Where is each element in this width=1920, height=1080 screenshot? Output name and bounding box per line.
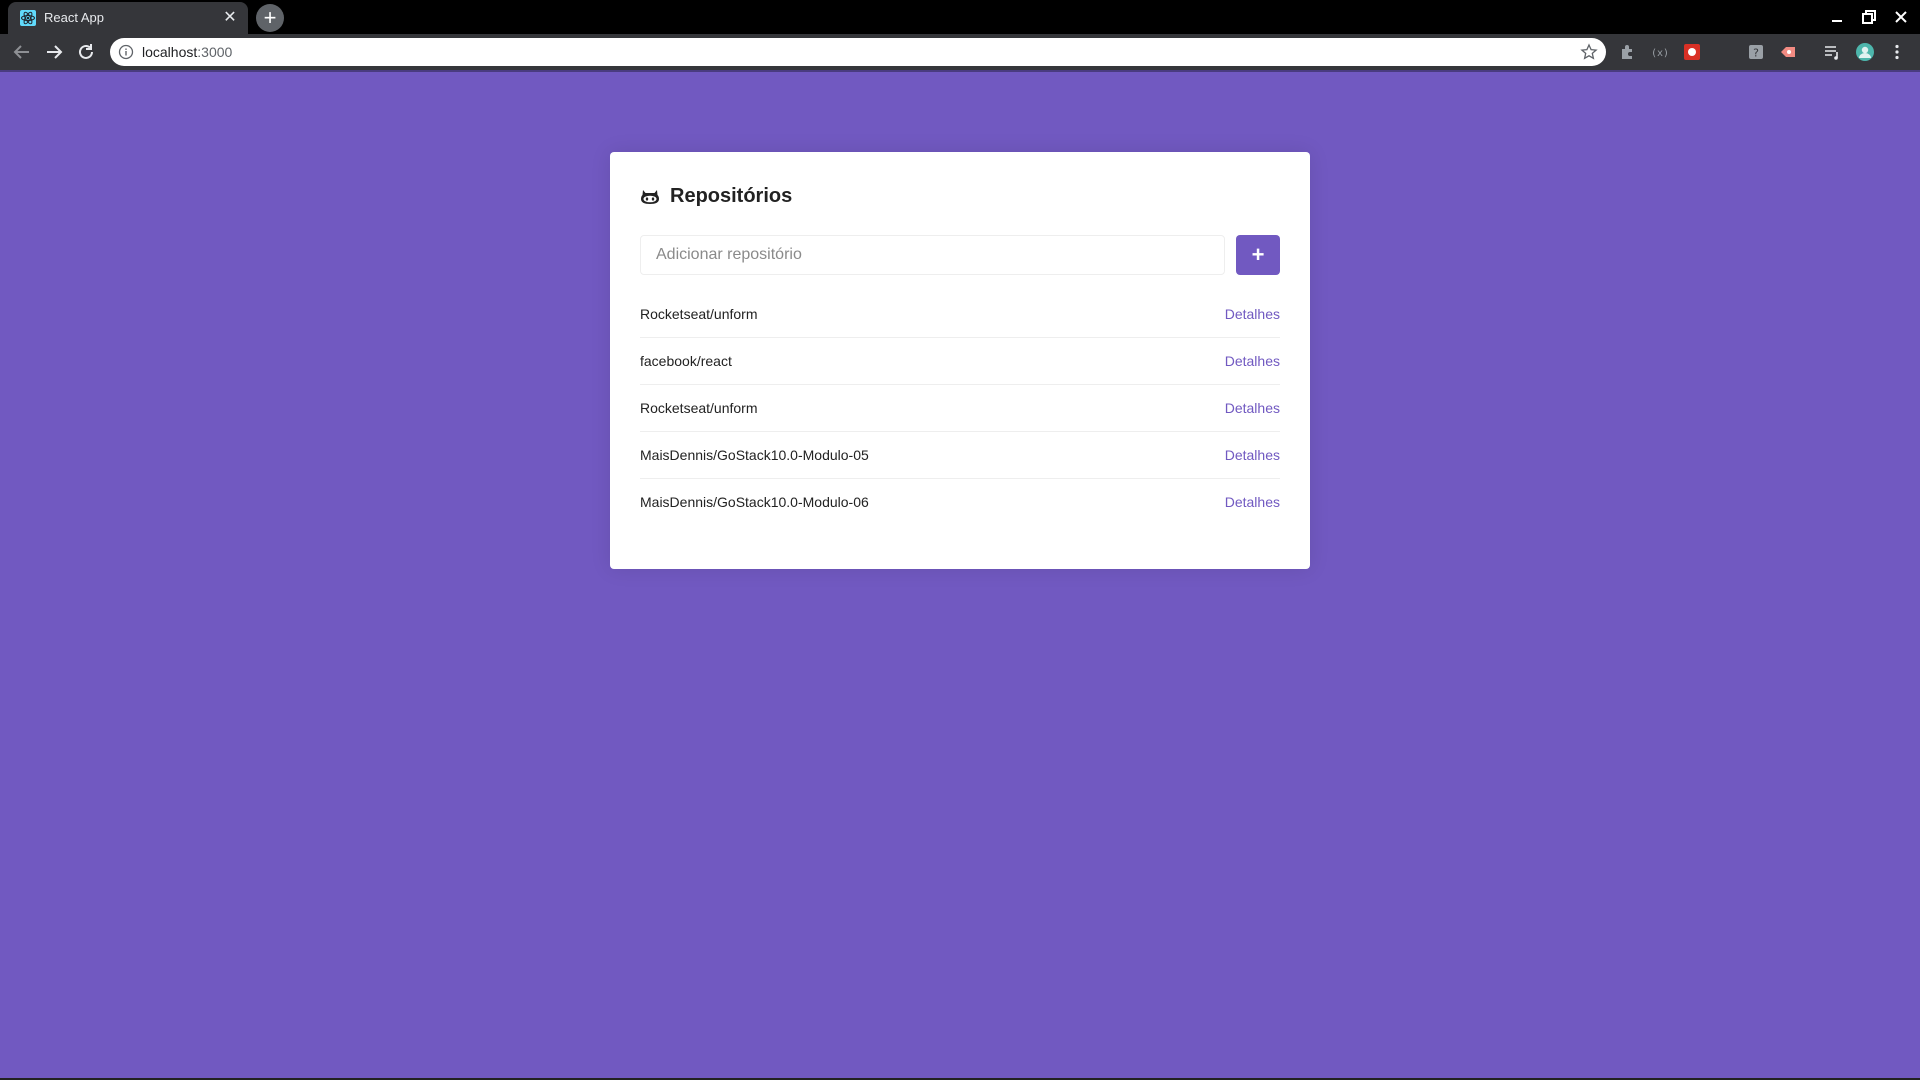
- repository-name: MaisDennis/GoStack10.0-Modulo-06: [640, 494, 869, 510]
- extension-red-icon[interactable]: [1682, 42, 1702, 62]
- repository-list: Rocketseat/unform Detalhes facebook/reac…: [640, 290, 1280, 525]
- repository-item: facebook/react Detalhes: [640, 337, 1280, 384]
- info-icon[interactable]: [118, 44, 134, 60]
- forward-icon[interactable]: [42, 40, 66, 64]
- reload-icon[interactable]: [74, 40, 98, 64]
- extension-record-icon[interactable]: [1778, 42, 1798, 62]
- repository-item: MaisDennis/GoStack10.0-Modulo-06 Detalhe…: [640, 478, 1280, 525]
- new-tab-button[interactable]: +: [256, 4, 284, 32]
- url-host: localhost: [142, 44, 198, 60]
- svg-text:(x): (x): [1651, 48, 1669, 59]
- repository-name: Rocketseat/unform: [640, 400, 758, 416]
- menu-kebab-icon[interactable]: [1887, 42, 1907, 62]
- repository-item: Rocketseat/unform Detalhes: [640, 290, 1280, 337]
- tab-title: React App: [44, 10, 104, 25]
- page-title: Repositórios: [670, 185, 793, 207]
- details-link[interactable]: Detalhes: [1225, 306, 1280, 322]
- extension-brackets-icon[interactable]: (x): [1650, 42, 1670, 62]
- media-queue-icon[interactable]: [1822, 42, 1842, 62]
- extension-help-icon[interactable]: ?: [1746, 42, 1766, 62]
- browser-toolbar: localhost:3000 (x) ?: [0, 34, 1920, 70]
- repository-input[interactable]: [640, 235, 1225, 275]
- add-repository-form: +: [640, 235, 1280, 275]
- add-repository-button[interactable]: +: [1236, 235, 1280, 275]
- repository-name: facebook/react: [640, 353, 732, 369]
- details-link[interactable]: Detalhes: [1225, 494, 1280, 510]
- repositories-card: Repositórios + Rocketseat/unform Detalhe…: [610, 152, 1310, 569]
- url-text: localhost:3000: [142, 44, 232, 60]
- card-heading: Repositórios: [640, 182, 1280, 210]
- browser-tab-bar: React App ✕ +: [0, 0, 1920, 34]
- profile-avatar-icon[interactable]: [1855, 42, 1875, 62]
- toolbar-divider: [0, 70, 1920, 72]
- details-link[interactable]: Detalhes: [1225, 400, 1280, 416]
- repository-name: MaisDennis/GoStack10.0-Modulo-05: [640, 447, 869, 463]
- url-port: :3000: [197, 44, 233, 60]
- react-icon: [20, 10, 36, 26]
- browser-tab[interactable]: React App ✕: [8, 2, 248, 34]
- back-icon[interactable]: [10, 40, 34, 64]
- address-bar[interactable]: localhost:3000: [110, 38, 1606, 66]
- github-alt-icon: [641, 190, 659, 204]
- tab-close-icon[interactable]: ✕: [220, 8, 240, 28]
- svg-text:?: ?: [1753, 47, 1759, 60]
- extensions-puzzle-icon[interactable]: [1618, 42, 1638, 62]
- close-window-icon[interactable]: [1890, 6, 1912, 28]
- repository-item: MaisDennis/GoStack10.0-Modulo-05 Detalhe…: [640, 431, 1280, 478]
- minimize-icon[interactable]: [1826, 6, 1848, 28]
- details-link[interactable]: Detalhes: [1225, 447, 1280, 463]
- repository-item: Rocketseat/unform Detalhes: [640, 384, 1280, 431]
- repository-name: Rocketseat/unform: [640, 305, 758, 322]
- restore-icon[interactable]: [1858, 6, 1880, 28]
- bookmark-star-icon[interactable]: [1580, 43, 1598, 61]
- details-link[interactable]: Detalhes: [1225, 353, 1280, 369]
